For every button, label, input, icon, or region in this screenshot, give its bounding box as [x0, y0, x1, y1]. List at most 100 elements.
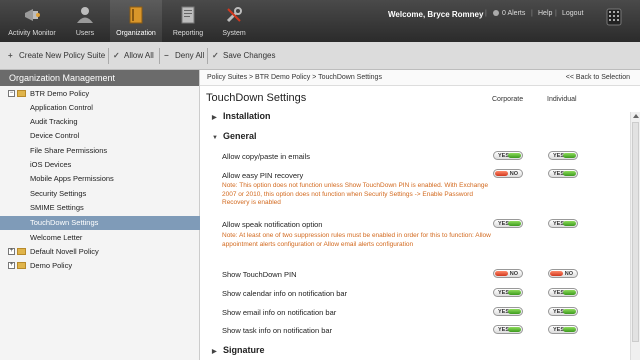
toggle-individual[interactable]: YES — [548, 151, 578, 160]
tree-item-security-settings[interactable]: Security Settings — [0, 187, 200, 201]
deny-all-button[interactable]: − Deny All — [164, 51, 204, 60]
expand-icon[interactable]: + — [8, 248, 15, 255]
setting-note: Note: This option does not function unle… — [222, 182, 489, 206]
toggle-text: NO — [509, 171, 518, 177]
nav-system-label: System — [222, 30, 246, 37]
breadcrumb-bar: Policy Suites > BTR Demo Policy > TouchD… — [200, 70, 640, 86]
help-link[interactable]: Help — [538, 10, 552, 17]
header-separator: | — [485, 10, 487, 17]
nav-organization[interactable]: Organization — [110, 0, 162, 42]
main-panel: Policy Suites > BTR Demo Policy > TouchD… — [200, 70, 640, 360]
tree-item-default-novell-policy[interactable]: + Default Novell Policy — [0, 245, 200, 259]
toggle-corporate[interactable]: NO — [493, 269, 523, 278]
back-to-selection-link[interactable]: << Back to Selection — [566, 74, 630, 81]
vertical-scrollbar[interactable] — [630, 112, 640, 360]
scrollbar-thumb[interactable] — [632, 122, 639, 342]
toggle-knob — [508, 290, 521, 295]
breadcrumb[interactable]: Policy Suites > BTR Demo Policy > TouchD… — [207, 74, 382, 81]
tree-item-mobile-apps-permissions[interactable]: Mobile Apps Permissions — [0, 172, 200, 186]
folder-icon — [17, 90, 26, 97]
tree-item-touchdown-settings[interactable]: TouchDown Settings — [0, 216, 200, 230]
folder-icon — [17, 248, 26, 255]
sidebar-title: Organization Management — [0, 70, 199, 86]
toggle-corporate[interactable]: YES — [493, 307, 523, 316]
nav-users[interactable]: Users — [61, 0, 109, 42]
tree-item-demo-policy[interactable]: + Demo Policy — [0, 259, 200, 273]
toggle-individual[interactable]: NO — [548, 269, 578, 278]
section-general[interactable]: ▼ General — [212, 131, 257, 141]
create-policy-suite-button[interactable]: + Create New Policy Suite — [8, 51, 105, 60]
save-changes-button[interactable]: ✓ Save Changes — [212, 51, 275, 60]
toggle-knob — [550, 271, 563, 276]
plus-icon: + — [8, 51, 13, 60]
sidebar: Organization Management − BTR Demo Polic… — [0, 70, 200, 360]
toggle-text: NO — [509, 271, 518, 277]
toggle-individual[interactable]: YES — [548, 219, 578, 228]
tree-item-audit-tracking[interactable]: Audit Tracking — [0, 115, 200, 129]
column-header-corporate: Corporate — [492, 96, 524, 103]
logout-link[interactable]: Logout — [562, 10, 583, 17]
tree-item-label: Audit Tracking — [30, 117, 78, 126]
nav-activity-monitor-label: Activity Monitor — [8, 30, 56, 37]
toggle-individual[interactable]: YES — [548, 325, 578, 334]
toggle-corporate[interactable]: YES — [493, 219, 523, 228]
toggle-text: NO — [564, 271, 573, 277]
toolbar-divider — [207, 48, 208, 64]
setting-label: Show task info on notification bar — [222, 326, 333, 335]
wrench-icon — [226, 7, 242, 23]
expand-icon[interactable]: + — [8, 262, 15, 269]
toggle-corporate[interactable]: YES — [493, 325, 523, 334]
toggle-knob — [563, 290, 576, 295]
tree-item-label: SMIME Settings — [30, 203, 84, 212]
toggle-knob — [495, 271, 508, 276]
setting-note: Note: At least one of two suppression ru… — [222, 232, 491, 248]
create-policy-suite-label: Create New Policy Suite — [19, 51, 106, 60]
toggle-knob — [508, 309, 521, 314]
expand-arrow-icon: ▶ — [212, 115, 217, 121]
toggle-knob — [508, 221, 521, 226]
allow-all-button[interactable]: ✓ Allow All — [113, 51, 154, 60]
tree-item-application-control[interactable]: Application Control — [0, 101, 200, 115]
apps-grid-icon[interactable] — [606, 8, 622, 26]
collapse-icon[interactable]: − — [8, 90, 15, 97]
setting-label: Show TouchDown PIN — [222, 270, 297, 279]
toggle-individual[interactable]: YES — [548, 169, 578, 178]
nav-reporting[interactable]: Reporting — [164, 0, 212, 42]
tree-item-file-share-permissions[interactable]: File Share Permissions — [0, 144, 200, 158]
toggle-corporate[interactable]: YES — [493, 151, 523, 160]
toggle-knob — [508, 327, 521, 332]
section-label: General — [223, 131, 257, 141]
nav-users-label: Users — [75, 30, 95, 37]
top-nav-bar: Activity Monitor Users Organization Repo… — [0, 0, 640, 42]
nav-system[interactable]: System — [210, 0, 258, 42]
tree-item-btr-demo-policy[interactable]: − BTR Demo Policy — [0, 87, 200, 101]
tree-item-ios-devices[interactable]: iOS Devices — [0, 158, 200, 172]
tree-item-label: TouchDown Settings — [30, 218, 99, 227]
toggle-knob — [563, 327, 576, 332]
toggle-knob — [495, 171, 508, 176]
scroll-up-arrow-icon[interactable] — [633, 114, 639, 118]
app-window: Activity Monitor Users Organization Repo… — [0, 0, 640, 360]
user-icon — [77, 7, 93, 23]
setting-label: Show email info on notification bar — [222, 308, 337, 317]
section-signature[interactable]: ▶ Signature — [212, 345, 265, 355]
alerts-link[interactable]: 0 Alerts — [493, 10, 525, 17]
toggle-individual[interactable]: YES — [548, 307, 578, 316]
toggle-knob — [563, 153, 576, 158]
welcome-text: Welcome, Bryce Romney — [388, 10, 484, 19]
section-installation[interactable]: ▶ Installation — [212, 111, 271, 121]
nav-activity-monitor[interactable]: Activity Monitor — [8, 0, 56, 42]
tree-item-device-control[interactable]: Device Control — [0, 129, 200, 143]
nav-organization-label: Organization — [116, 30, 156, 37]
tree-item-welcome-letter[interactable]: Welcome Letter — [0, 231, 200, 245]
check-icon: ✓ — [113, 51, 120, 60]
toggle-corporate[interactable]: YES — [493, 288, 523, 297]
toggle-individual[interactable]: YES — [548, 288, 578, 297]
deny-all-label: Deny All — [175, 51, 205, 60]
setting-label: Allow copy/paste in emails — [222, 152, 310, 161]
toggle-corporate[interactable]: NO — [493, 169, 523, 178]
header-separator: | — [531, 10, 533, 17]
tree-item-label: iOS Devices — [30, 160, 72, 169]
tree-item-smime-settings[interactable]: SMIME Settings — [0, 201, 200, 215]
tree-item-label: Mobile Apps Permissions — [30, 174, 114, 183]
